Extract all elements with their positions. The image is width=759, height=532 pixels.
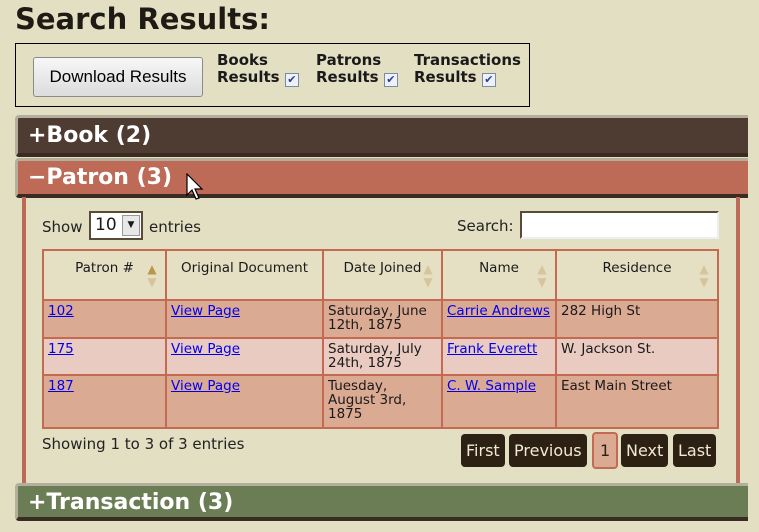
last-page-button[interactable]: Last <box>673 434 717 467</box>
table-row: 175 View Page Saturday, July 24th, 1875 … <box>42 337 719 376</box>
page-1-button[interactable]: 1 <box>592 432 619 469</box>
date-joined: Saturday, June 12th, 1875 <box>322 299 443 339</box>
header-label: Patron # <box>75 260 134 276</box>
name-link[interactable]: Frank Everett <box>447 341 537 357</box>
date-joined: Tuesday, August 3rd, 1875 <box>322 374 443 429</box>
table-row: 187 View Page Tuesday, August 3rd, 1875 … <box>42 374 719 429</box>
name-link[interactable]: Carrie Andrews <box>447 303 550 319</box>
residence: 282 High St <box>555 299 719 339</box>
option-label: Results <box>316 68 379 86</box>
column-header-name[interactable]: Name ▲ ▼ <box>441 249 557 301</box>
option-label: Patrons <box>316 51 382 69</box>
sort-icon: ▲ ▼ <box>537 262 547 289</box>
header-label: Date Joined <box>343 260 422 276</box>
book-section-header[interactable]: +Book (2) <box>15 115 748 157</box>
column-header-patron[interactable]: Patron # ▲ ▼ <box>42 249 167 301</box>
column-header-residence[interactable]: Residence ▲ ▼ <box>555 249 719 301</box>
entries-value: 10 <box>95 215 117 235</box>
header-label: Original Document <box>180 260 309 276</box>
sort-icon: ▲ ▼ <box>699 262 709 289</box>
column-header-date[interactable]: Date Joined ▲ ▼ <box>322 249 443 301</box>
mouse-cursor-icon <box>186 173 204 200</box>
previous-page-button[interactable]: Previous <box>509 434 587 467</box>
patron-section-header[interactable]: −Patron (3) <box>15 158 748 198</box>
table-row: 102 View Page Saturday, June 12th, 1875 … <box>42 299 719 339</box>
option-label: Results <box>217 68 280 86</box>
chevron-down-icon: ▼ <box>122 215 140 236</box>
transactions-results-checkbox[interactable]: ✔ <box>481 73 496 87</box>
search-input[interactable] <box>520 211 719 239</box>
patrons-results-option[interactable]: Patrons Results ✔ <box>316 52 398 87</box>
header-label: Residence <box>602 260 672 276</box>
table-info: Showing 1 to 3 of 3 entries <box>42 435 245 453</box>
books-results-checkbox[interactable]: ✔ <box>284 73 299 87</box>
transaction-section-header[interactable]: +Transaction (3) <box>15 483 748 521</box>
date-joined: Saturday, July 24th, 1875 <box>322 337 443 376</box>
header-label: Name <box>479 260 519 276</box>
download-options: Download Results Books Results ✔ Patrons R… <box>15 43 530 107</box>
option-label: Results <box>414 68 477 86</box>
patron-id-link[interactable]: 187 <box>48 378 74 394</box>
transactions-results-option[interactable]: Transactions Results ✔ <box>414 52 521 87</box>
patrons-results-checkbox[interactable]: ✔ <box>383 73 398 87</box>
view-page-link[interactable]: View Page <box>171 341 240 357</box>
download-results-button[interactable]: Download Results <box>33 57 203 97</box>
view-page-link[interactable]: View Page <box>171 303 240 319</box>
option-label: Transactions <box>414 51 521 69</box>
sort-icon: ▲ ▼ <box>147 262 157 289</box>
first-page-button[interactable]: First <box>461 434 505 467</box>
option-label: Books <box>217 51 268 69</box>
name-link[interactable]: C. W. Sample <box>447 378 536 394</box>
view-page-link[interactable]: View Page <box>171 378 240 394</box>
show-label: Show <box>42 218 83 236</box>
page-title: Search Results: <box>15 2 270 36</box>
column-header-document: Original Document <box>165 249 324 301</box>
residence: East Main Street <box>555 374 719 429</box>
patron-id-link[interactable]: 175 <box>48 341 74 357</box>
residence: W. Jackson St. <box>555 337 719 376</box>
patron-id-link[interactable]: 102 <box>48 303 74 319</box>
books-results-option[interactable]: Books Results ✔ <box>217 52 299 87</box>
next-page-button[interactable]: Next <box>621 434 669 467</box>
entries-select[interactable]: 10 ▼ <box>89 211 143 240</box>
search-label: Search: <box>457 217 514 235</box>
sort-icon: ▲ ▼ <box>423 262 433 289</box>
patron-table: Patron # ▲ ▼ Original Document Date Joined… <box>42 249 719 429</box>
entries-label: entries <box>149 218 201 236</box>
